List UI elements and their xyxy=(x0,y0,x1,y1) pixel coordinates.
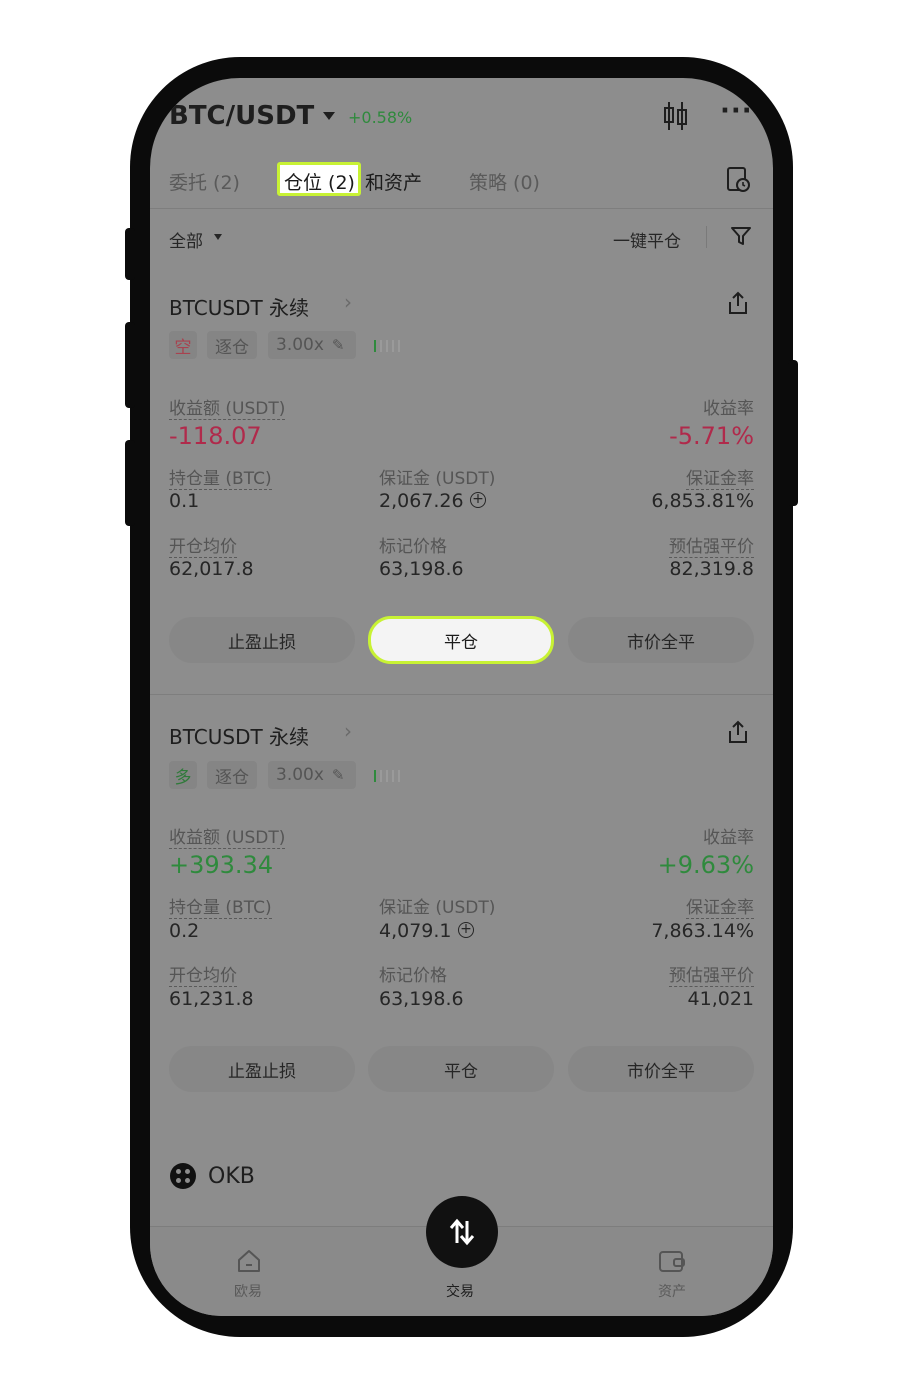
leverage-badge[interactable]: 3.00x ✎ xyxy=(268,761,356,789)
wallet-icon[interactable] xyxy=(658,1248,686,1274)
mark-price-label: 标记价格 xyxy=(379,966,447,986)
nav-trade-label[interactable]: 交易 xyxy=(446,1281,474,1301)
separator xyxy=(706,226,707,248)
scope-filter[interactable]: 全部 xyxy=(169,227,203,252)
margin-label: 保证金 (USDT) xyxy=(379,898,496,918)
risk-bar xyxy=(392,770,394,782)
tab-strategies[interactable]: 策略 (0) xyxy=(469,168,540,195)
risk-bar xyxy=(392,340,394,352)
candlestick-chart-icon[interactable] xyxy=(662,100,690,132)
risk-bar xyxy=(380,770,382,782)
pnl-label: 收益额 (USDT) xyxy=(169,823,286,849)
roe-value: +9.63% xyxy=(657,851,754,879)
margin-label: 保证金 (USDT) xyxy=(379,469,496,489)
tabs-divider xyxy=(150,208,773,209)
tpsl-button[interactable]: 止盈止损 xyxy=(169,1046,355,1092)
entry-price-value: 62,017.8 xyxy=(169,558,254,580)
margin-mode-badge: 逐仓 xyxy=(207,331,257,359)
margin-value: 2,067.26 xyxy=(379,490,464,512)
share-icon[interactable] xyxy=(726,290,750,316)
side-badge: 多 xyxy=(169,761,197,789)
pnl-value: +393.34 xyxy=(169,851,274,879)
risk-bar xyxy=(398,340,400,352)
size-label: 持仓量 (BTC) xyxy=(169,893,272,919)
edit-icon[interactable]: ✎ xyxy=(332,336,345,354)
edit-icon[interactable]: ✎ xyxy=(332,766,345,784)
margin-ratio-label: 保证金率 xyxy=(686,893,754,919)
leverage-badge[interactable]: 3.00x ✎ xyxy=(268,331,356,359)
caret-down-icon[interactable] xyxy=(214,234,222,240)
risk-bar xyxy=(398,770,400,782)
price-change: +0.58% xyxy=(348,108,413,127)
risk-bar xyxy=(386,770,388,782)
history-icon[interactable] xyxy=(726,166,752,194)
filter-icon[interactable] xyxy=(730,225,752,247)
risk-bar xyxy=(374,770,376,782)
side-badge: 空 xyxy=(169,331,197,359)
leverage-value: 3.00x xyxy=(276,765,324,785)
phone-side-button xyxy=(125,228,135,280)
chevron-right-icon[interactable]: › xyxy=(344,719,352,743)
size-value: 0.2 xyxy=(169,920,200,942)
nav-home-label[interactable]: 欧易 xyxy=(234,1281,262,1301)
position-divider xyxy=(150,694,773,695)
risk-bar xyxy=(386,340,388,352)
phone-side-button xyxy=(125,440,135,526)
size-label: 持仓量 (BTC) xyxy=(169,464,272,490)
mark-price-value: 63,198.6 xyxy=(379,988,464,1010)
close-position-button[interactable]: 平仓 xyxy=(368,616,554,664)
liq-price-value: 41,021 xyxy=(687,988,754,1010)
phone-side-button xyxy=(125,322,135,408)
asset-name[interactable]: OKB xyxy=(208,1164,255,1189)
notification-dot xyxy=(747,98,754,105)
share-icon[interactable] xyxy=(726,719,750,745)
swap-icon[interactable] xyxy=(446,1216,478,1248)
home-icon[interactable] xyxy=(236,1248,262,1274)
entry-price-value: 61,231.8 xyxy=(169,988,254,1010)
market-close-button[interactable]: 市价全平 xyxy=(568,617,754,663)
risk-bar xyxy=(380,340,382,352)
tab-orders[interactable]: 委托 (2) xyxy=(169,168,240,195)
liq-price-value: 82,319.8 xyxy=(669,558,754,580)
tab-assets[interactable]: 和资产 xyxy=(365,168,422,195)
app-screen: BTC/USDT +0.58% ··· 委托 (2) 仓位 (2) 和资产 策略… xyxy=(150,78,773,1316)
pair-title[interactable]: BTC/USDT xyxy=(169,101,314,131)
liq-price-label: 预估强平价 xyxy=(669,532,754,558)
phone-side-button xyxy=(788,360,798,506)
nav-assets-label[interactable]: 资产 xyxy=(658,1281,686,1301)
position-title[interactable]: BTCUSDT 永续 xyxy=(169,292,309,321)
entry-price-label: 开仓均价 xyxy=(169,961,237,987)
position-title[interactable]: BTCUSDT 永续 xyxy=(169,721,309,750)
add-margin-icon[interactable]: + xyxy=(458,922,474,938)
entry-price-label: 开仓均价 xyxy=(169,532,237,558)
margin-ratio-value: 7,863.14% xyxy=(651,920,754,942)
margin-mode-badge: 逐仓 xyxy=(207,761,257,789)
risk-bar xyxy=(374,340,376,352)
okb-logo-icon xyxy=(170,1163,196,1189)
chevron-right-icon[interactable]: › xyxy=(344,290,352,314)
leverage-value: 3.00x xyxy=(276,335,324,355)
size-value: 0.1 xyxy=(169,490,200,512)
roe-label: 收益率 xyxy=(703,399,754,419)
margin-ratio-value: 6,853.81% xyxy=(651,490,754,512)
liq-price-label: 预估强平价 xyxy=(669,961,754,987)
roe-label: 收益率 xyxy=(703,828,754,848)
tab-positions[interactable]: 仓位 (2) xyxy=(284,168,355,195)
margin-value: 4,079.1 xyxy=(379,920,452,942)
add-margin-icon[interactable]: + xyxy=(470,492,486,508)
market-close-button[interactable]: 市价全平 xyxy=(568,1046,754,1092)
margin-ratio-label: 保证金率 xyxy=(686,464,754,490)
pnl-label: 收益额 (USDT) xyxy=(169,394,286,420)
mark-price-label: 标记价格 xyxy=(379,537,447,557)
mark-price-value: 63,198.6 xyxy=(379,558,464,580)
tpsl-button[interactable]: 止盈止损 xyxy=(169,617,355,663)
pnl-value: -118.07 xyxy=(169,422,262,450)
roe-value: -5.71% xyxy=(669,422,754,450)
caret-down-icon[interactable] xyxy=(323,112,335,120)
close-all-button[interactable]: 一键平仓 xyxy=(613,227,681,252)
close-position-button[interactable]: 平仓 xyxy=(368,1046,554,1092)
